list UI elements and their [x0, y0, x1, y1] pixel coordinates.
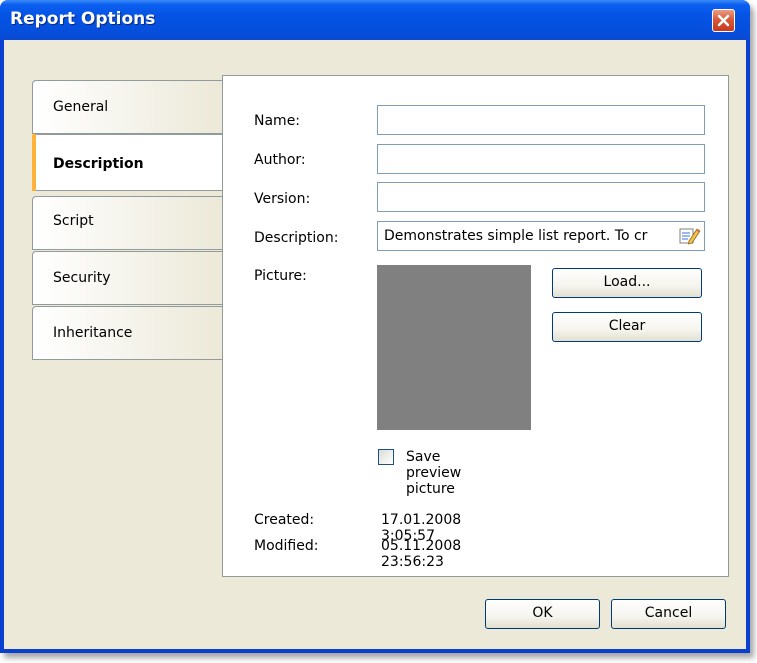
version-label: Version: [254, 191, 311, 207]
clear-button[interactable]: Clear [552, 312, 702, 342]
tab-label: General [53, 99, 109, 115]
cancel-button[interactable]: Cancel [611, 599, 726, 629]
tab-security[interactable]: Security [32, 251, 222, 305]
active-tab-indicator [32, 134, 36, 191]
title-bar[interactable]: Report Options [0, 0, 750, 40]
modified-value: 05.11.2008 23:56:23 [381, 538, 462, 570]
created-label: Created: [254, 512, 315, 528]
save-preview-checkbox[interactable] [378, 449, 394, 465]
tab-description[interactable]: Description [32, 134, 222, 191]
load-button[interactable]: Load... [552, 268, 702, 298]
picture-label: Picture: [254, 268, 307, 284]
description-value: Demonstrates simple list report. To cr [384, 228, 648, 244]
tab-label: Inheritance [53, 325, 133, 341]
tab-label: Script [53, 213, 94, 229]
name-label: Name: [254, 113, 301, 129]
tab-script[interactable]: Script [32, 196, 222, 250]
close-button[interactable] [712, 9, 735, 32]
picture-preview [377, 265, 531, 430]
tab-inheritance[interactable]: Inheritance [32, 306, 222, 360]
description-field[interactable]: Demonstrates simple list report. To cr [377, 221, 705, 251]
tab-label: Security [53, 270, 111, 286]
window-title: Report Options [10, 9, 156, 29]
ok-button[interactable]: OK [485, 599, 600, 629]
close-icon [717, 14, 730, 27]
edit-pencil-icon[interactable] [679, 226, 701, 246]
save-preview-label[interactable]: Save preview picture [406, 449, 461, 497]
modified-label: Modified: [254, 538, 319, 554]
author-field[interactable] [377, 144, 705, 174]
description-label: Description: [254, 230, 339, 246]
tab-label: Description [53, 156, 144, 172]
name-field[interactable] [377, 105, 705, 135]
tab-general[interactable]: General [32, 80, 222, 134]
version-field[interactable] [377, 182, 705, 212]
author-label: Author: [254, 152, 306, 168]
